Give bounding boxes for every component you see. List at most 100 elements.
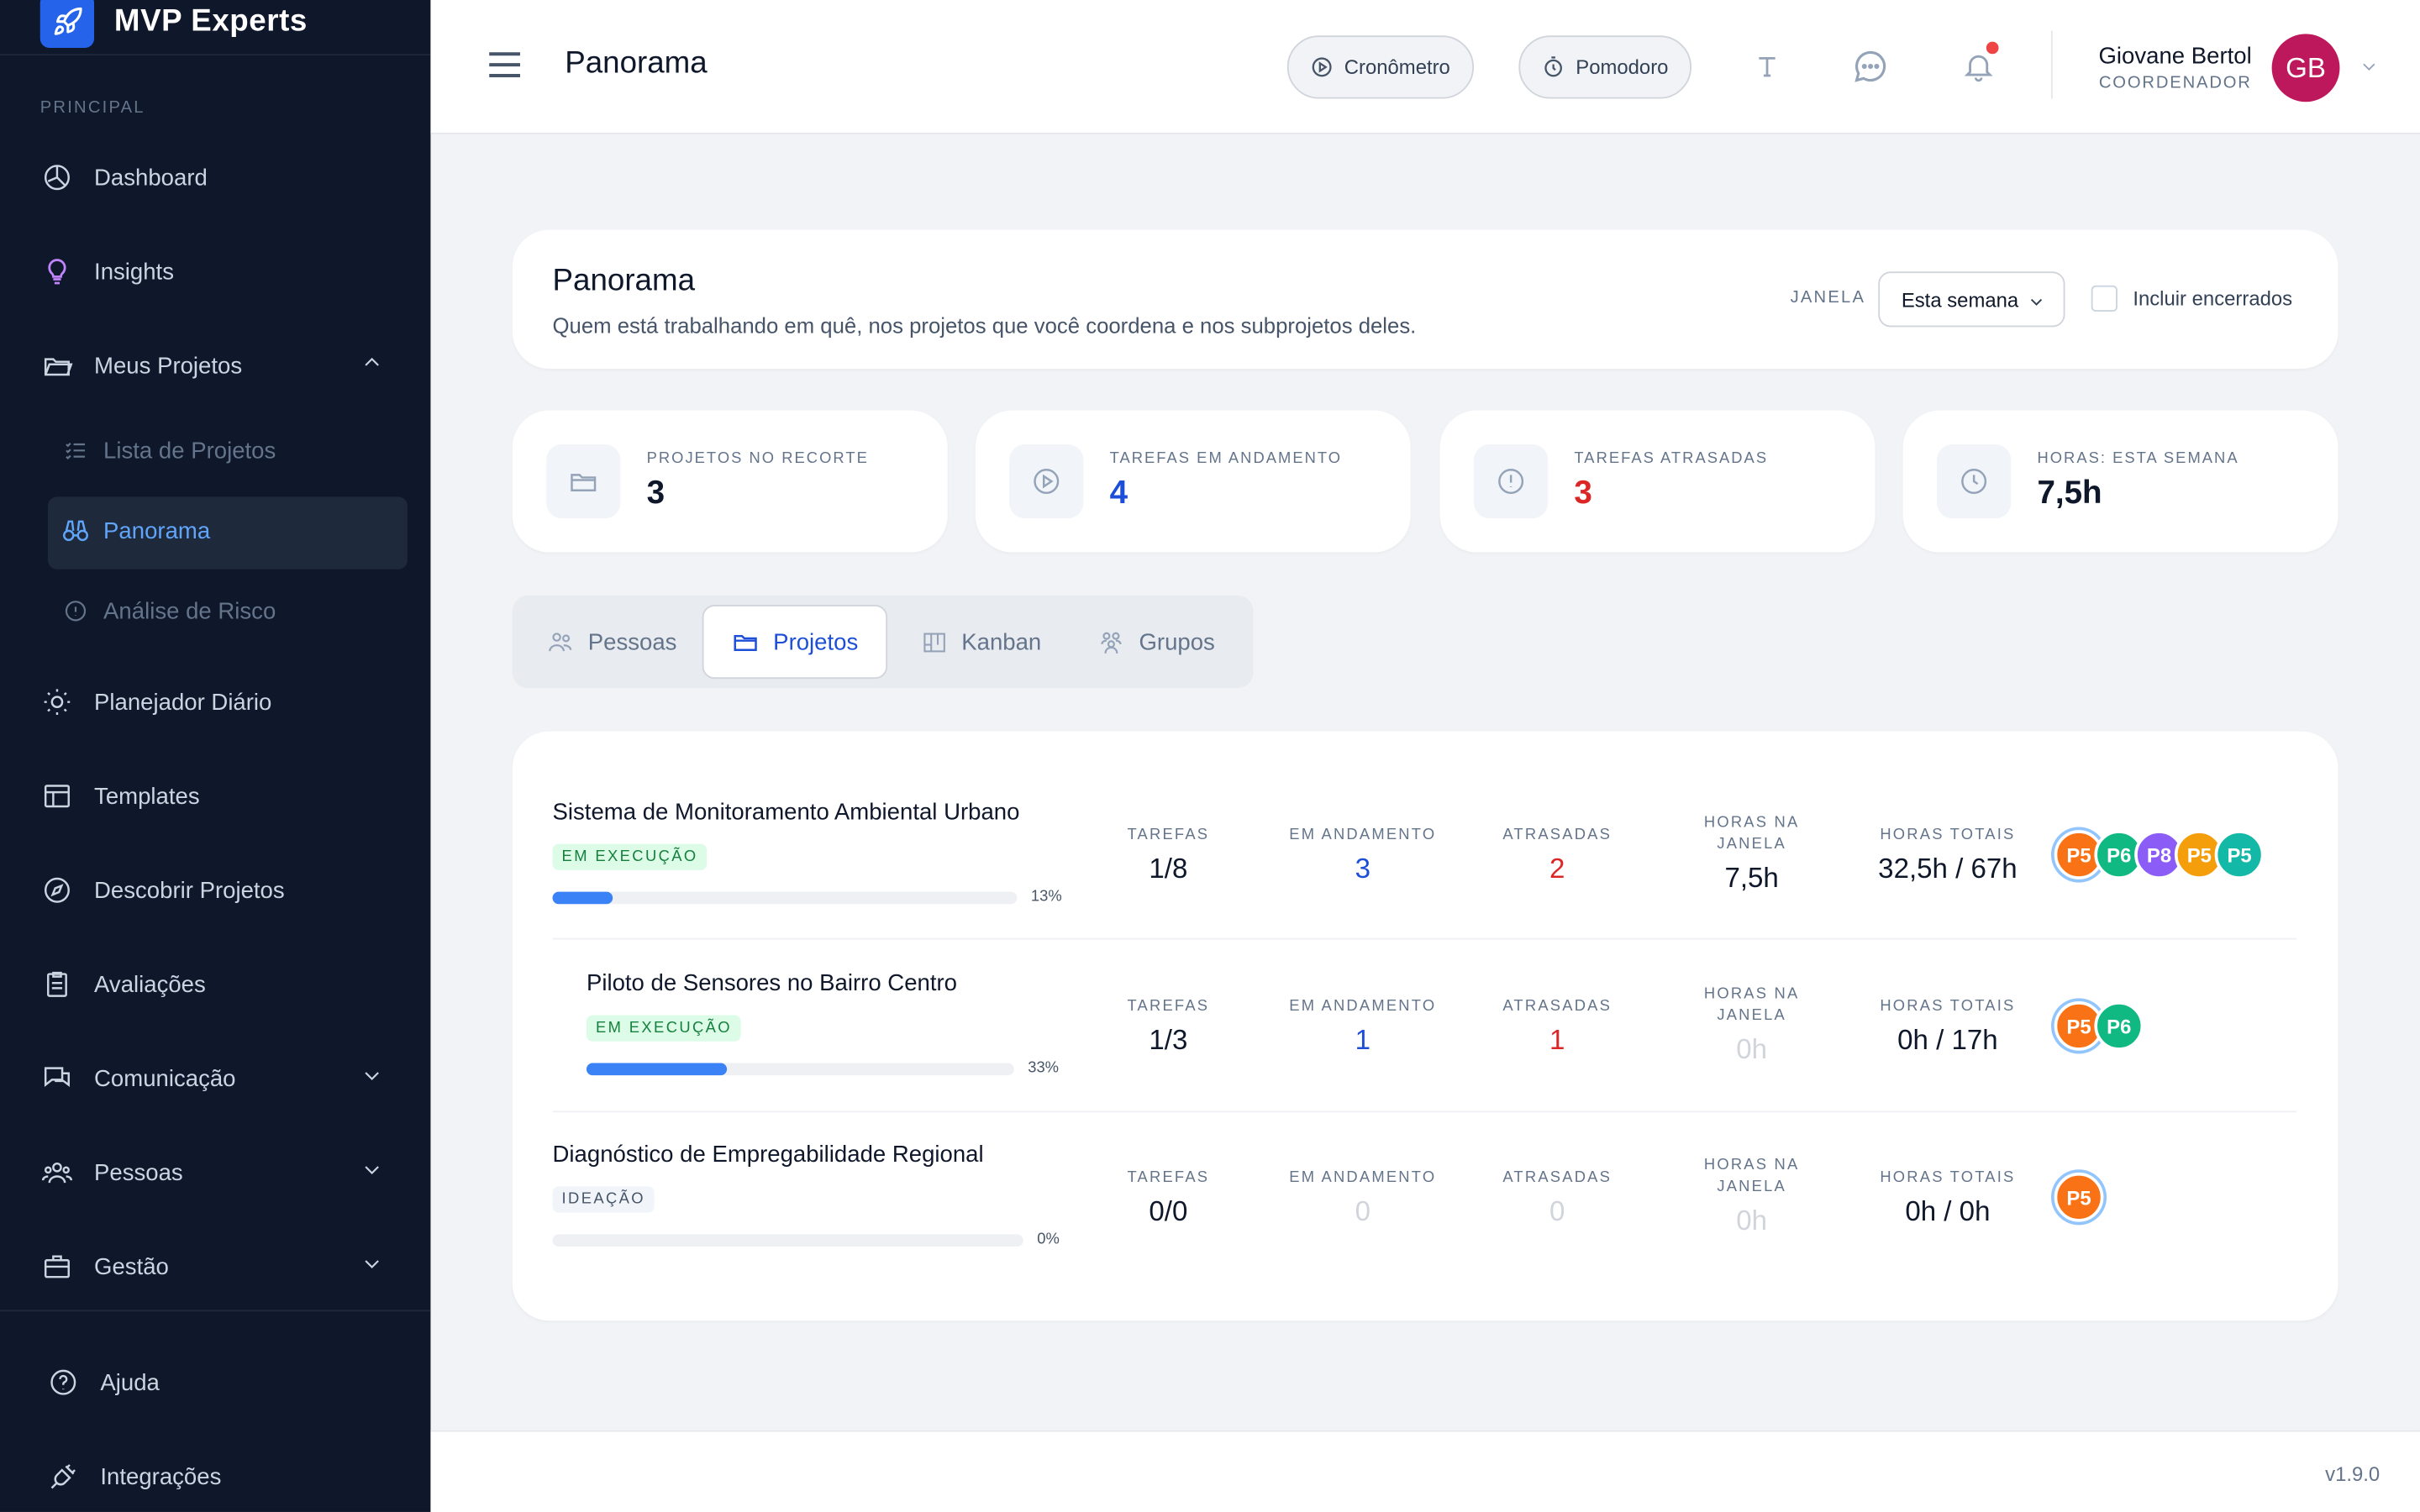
chevron-up-icon[interactable] [361, 352, 383, 380]
metric-label: HORAS TOTAIS [1880, 998, 2016, 1016]
sidebar-item-label: Meus Projetos [94, 352, 243, 379]
pie-chart-icon [40, 160, 74, 194]
brand-name: MVP Experts [113, 4, 308, 39]
lightbulb-icon [40, 255, 74, 288]
notification-dot [1986, 41, 1999, 55]
sidebar-item-insights[interactable]: Insights [40, 255, 174, 288]
project-name[interactable]: Piloto de Sensores no Bairro Centro [587, 970, 957, 996]
sidebar-item-lista-de-projetos[interactable]: Lista de Projetos [61, 437, 276, 465]
chevron-down-icon [2028, 291, 2044, 315]
status-badge: EM EXECUÇÃO [552, 843, 708, 870]
avatar[interactable]: P6 [2094, 1001, 2144, 1051]
avatar[interactable]: P5 [2214, 830, 2265, 879]
table-row[interactable]: Piloto de Sensores no Bairro Centro EM E… [513, 940, 2338, 1111]
sidebar-item-label: Insights [94, 258, 175, 285]
sun-icon [40, 685, 74, 718]
bell-icon[interactable] [1959, 41, 1999, 87]
sidebar-item-comunicacao[interactable]: Comunicação [40, 1062, 379, 1095]
table-row[interactable]: Sistema de Monitoramento Ambiental Urban… [513, 769, 2338, 940]
sidebar-item-label: Comunicação [94, 1065, 236, 1092]
sidebar-item-ajuda[interactable]: Ajuda [46, 1365, 160, 1399]
sidebar-item-descobrir-projetos[interactable]: Descobrir Projetos [40, 874, 285, 907]
project-name[interactable]: Sistema de Monitoramento Ambiental Urban… [553, 799, 1020, 825]
sidebar-item-meus-projetos[interactable]: Meus Projetos [40, 349, 379, 382]
metric-atrasadas: ATRASADAS 1 [1472, 997, 1642, 1058]
metric-value: 1 [1549, 1024, 1565, 1056]
sidebar-item-planejador-diario[interactable]: Planejador Diário [40, 685, 272, 718]
chevron-down-icon[interactable] [361, 1064, 383, 1092]
metric-value: 1 [1355, 1024, 1370, 1056]
metric-label: TAREFAS [1127, 1169, 1210, 1187]
chevron-down-icon[interactable] [361, 1252, 383, 1280]
stat-value: 3 [1574, 475, 1592, 511]
metric-tarefas: TAREFAS 1/8 [1083, 826, 1253, 886]
include-closed-label: Incluir encerrados [2133, 286, 2293, 311]
sidebar-item-dashboard[interactable]: Dashboard [40, 160, 208, 194]
footer: v1.9.0 [430, 1430, 2420, 1512]
metric-tarefas: TAREFAS 1/3 [1083, 997, 1253, 1058]
compass-icon [40, 874, 74, 907]
janela-select[interactable]: Esta semana [1878, 271, 2065, 328]
include-closed-checkbox[interactable] [2091, 285, 2118, 312]
sidebar-item-label: Pessoas [94, 1159, 183, 1186]
sidebar-item-pessoas[interactable]: Pessoas [40, 1156, 379, 1189]
tab-kanban[interactable]: Kanban [922, 605, 1041, 679]
panorama-title: Panorama [552, 264, 696, 298]
janela-value: Esta semana [1901, 287, 2019, 312]
metric-label: HORAS NA [1703, 814, 1800, 832]
metric-value: 0 [1549, 1195, 1565, 1227]
text-format-icon[interactable] [1747, 46, 1787, 87]
sidebar-item-templates[interactable]: Templates [40, 780, 200, 813]
metric-label: TAREFAS [1127, 998, 1210, 1016]
table-row[interactable]: Diagnóstico de Empregabilidade Regional … [513, 1110, 2338, 1282]
cronometro-label: Cronômetro [1344, 55, 1450, 79]
briefcase-icon [40, 1250, 74, 1284]
metric-label: EM ANDAMENTO [1289, 827, 1437, 844]
metric-horas-totais: HORAS TOTAIS 0h / 0h [1863, 1168, 2033, 1228]
chevron-down-icon[interactable] [2360, 55, 2378, 83]
metric-em-andamento: EM ANDAMENTO 0 [1278, 1168, 1448, 1228]
sidebar-item-analise-de-risco[interactable]: Análise de Risco [61, 597, 276, 625]
tab-grupos[interactable]: Grupos [1097, 605, 1215, 679]
stat-label: TAREFAS ATRASADAS [1574, 450, 1769, 468]
avatar[interactable]: P5 [2054, 1172, 2104, 1222]
sidebar-item-avaliacoes[interactable]: Avaliações [40, 968, 206, 1001]
tab-label: Grupos [1139, 628, 1215, 655]
chevron-down-icon[interactable] [361, 1158, 383, 1186]
metric-em-andamento: EM ANDAMENTO 3 [1278, 826, 1448, 886]
tab-projetos[interactable]: Projetos [702, 604, 888, 680]
plug-icon [46, 1460, 80, 1494]
hamburger-menu-icon[interactable] [487, 50, 521, 88]
users-icon [40, 1156, 74, 1189]
layout-icon [40, 780, 74, 813]
user-name: Giovane Bertol [2098, 43, 2252, 70]
sidebar-item-integracoes[interactable]: Integrações [46, 1460, 221, 1494]
user-avatar[interactable]: GB [2271, 34, 2340, 102]
brand[interactable]: MVP Experts [0, 0, 431, 56]
metric-value: 3 [1355, 853, 1370, 885]
pomodoro-button[interactable]: Pomodoro [1518, 35, 1691, 99]
sidebar-item-label: Planejador Diário [94, 689, 272, 716]
sidebar-item-label: Avaliações [94, 971, 206, 998]
metric-horas-totais: HORAS TOTAIS 32,5h / 67h [1863, 826, 2033, 886]
sidebar-item-panorama[interactable]: Panorama [61, 517, 210, 544]
sidebar-item-label: Análise de Risco [103, 597, 276, 624]
stat-card-atrasadas: TAREFAS ATRASADAS 3 [1439, 410, 1876, 553]
sidebar-item-label: Gestão [94, 1253, 169, 1280]
page-title: Panorama [565, 46, 708, 81]
member-avatars: P5 P6 P8 P5 P5 [2054, 830, 2265, 879]
sidebar-item-label: Templates [94, 783, 200, 810]
member-avatars: P5 P6 [2054, 1001, 2144, 1051]
project-name[interactable]: Diagnóstico de Empregabilidade Regional [553, 1142, 984, 1168]
alert-circle-icon [61, 597, 89, 625]
metric-label: ATRASADAS [1502, 827, 1612, 844]
metric-label: JANELA [1717, 1179, 1786, 1196]
tab-pessoas[interactable]: Pessoas [546, 605, 676, 679]
metric-horas-janela: HORAS NA JANELA 0h [1667, 984, 1837, 1066]
cronometro-button[interactable]: Cronômetro [1286, 35, 1474, 99]
metric-atrasadas: ATRASADAS 0 [1472, 1168, 1642, 1228]
stat-card-projetos: PROJETOS NO RECORTE 3 [512, 410, 948, 553]
chat-icon[interactable] [1850, 46, 1891, 87]
sidebar-item-gestao[interactable]: Gestão [40, 1250, 379, 1284]
clock-icon [1937, 444, 2012, 519]
